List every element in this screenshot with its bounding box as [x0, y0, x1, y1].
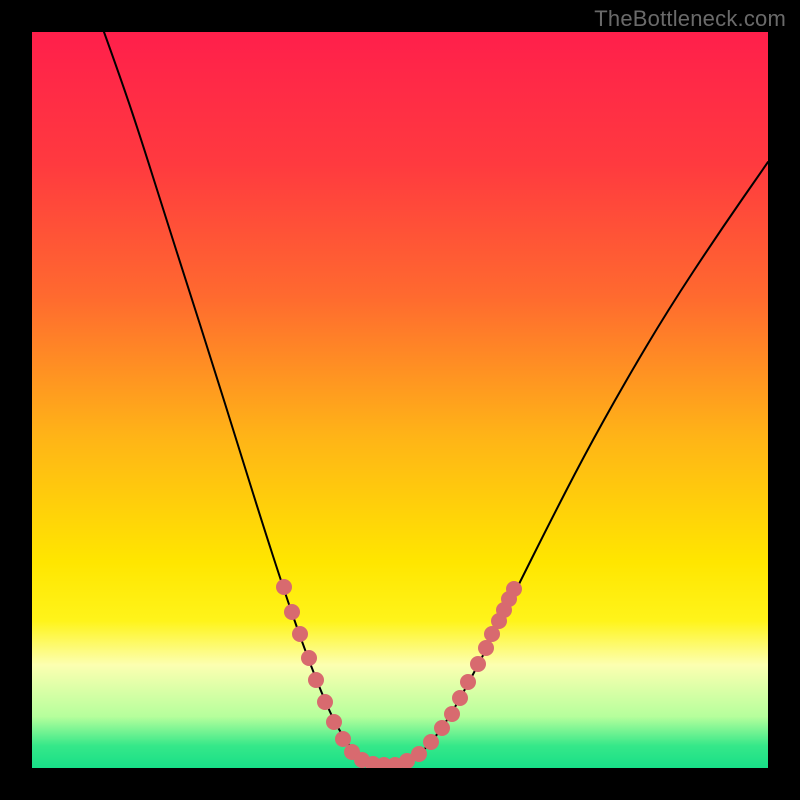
curve-marker [292, 626, 308, 642]
curve-marker [335, 731, 351, 747]
curve-marker [452, 690, 468, 706]
plot-area [32, 32, 768, 768]
watermark-text: TheBottleneck.com [594, 6, 786, 32]
curve-marker [470, 656, 486, 672]
curve-marker [434, 720, 450, 736]
chart-svg [32, 32, 768, 768]
curve-marker [423, 734, 439, 750]
curve-marker [460, 674, 476, 690]
curve-marker [284, 604, 300, 620]
curve-marker [317, 694, 333, 710]
curve-marker [506, 581, 522, 597]
curve-marker [444, 706, 460, 722]
curve-marker [308, 672, 324, 688]
curve-marker [326, 714, 342, 730]
chart-frame: TheBottleneck.com [0, 0, 800, 800]
curve-marker [276, 579, 292, 595]
curve-marker [411, 746, 427, 762]
curve-marker [478, 640, 494, 656]
curve-marker [301, 650, 317, 666]
